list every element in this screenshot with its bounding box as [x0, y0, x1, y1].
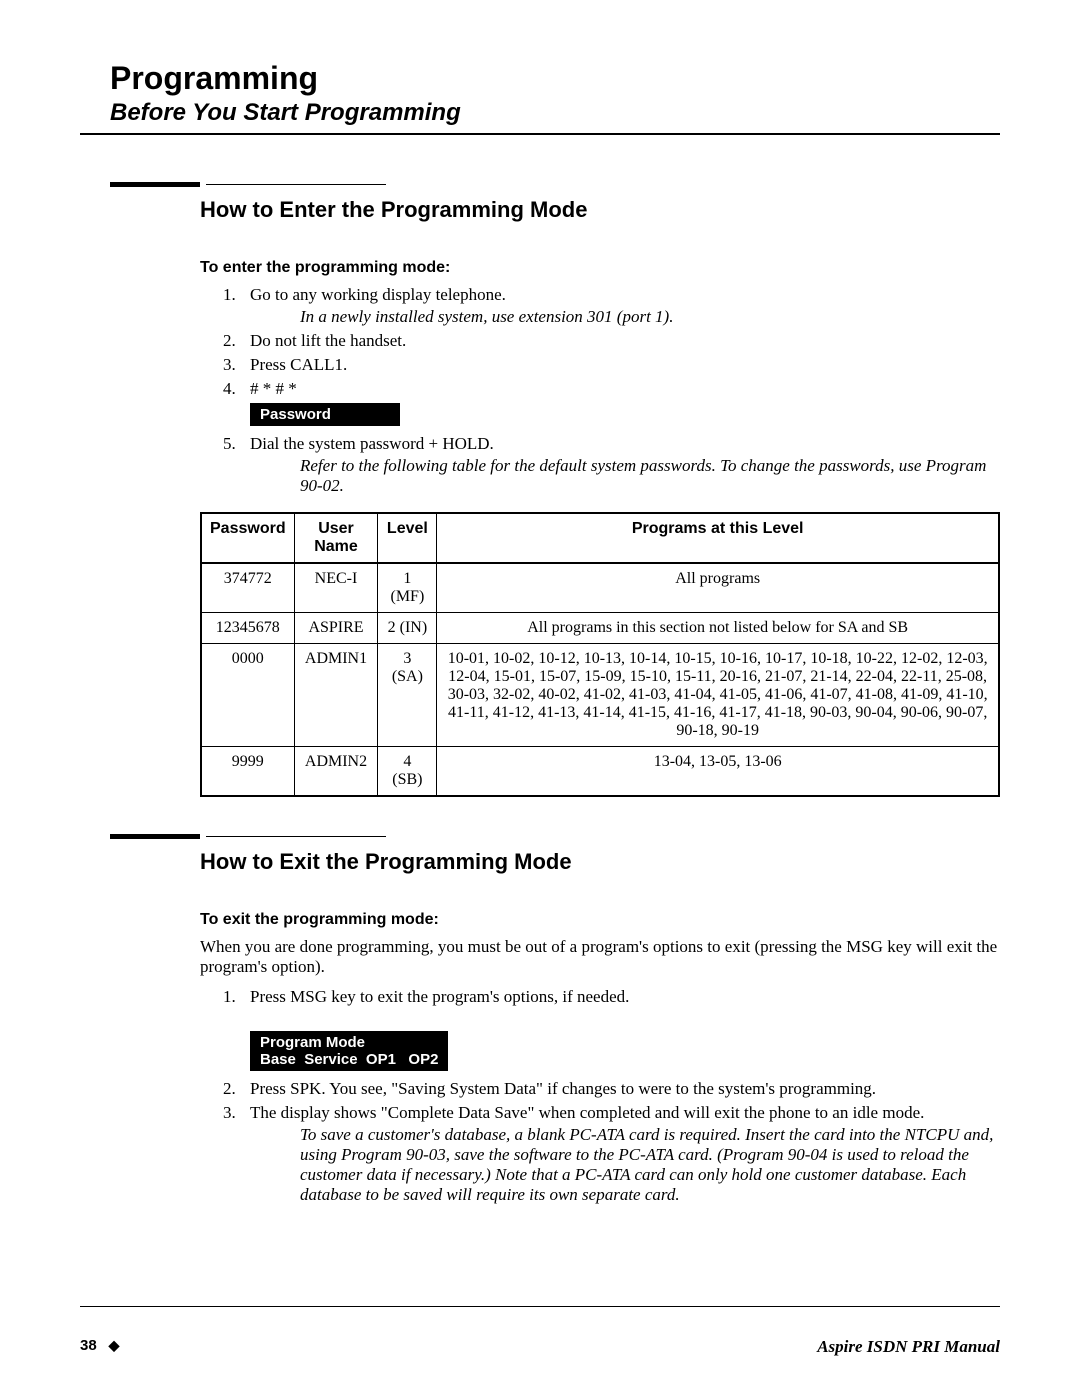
cell-password: 9999	[201, 747, 294, 797]
heading-bar-thick	[110, 182, 200, 187]
cell-level: 1 (MF)	[378, 563, 437, 613]
exit-step-3-text: The display shows "Complete Data Save" w…	[250, 1103, 924, 1122]
display-line-1: Program Mode	[260, 1034, 365, 1051]
exit-subheading: To exit the programming mode:	[200, 911, 1000, 929]
enter-step-1: Go to any working display telephone. In …	[240, 285, 1000, 327]
section-title-exit: How to Exit the Programming Mode	[200, 849, 1000, 875]
th-programs: Programs at this Level	[437, 513, 999, 563]
table-row: 12345678 ASPIRE 2 (IN) All programs in t…	[201, 613, 999, 644]
page-title: Programming	[110, 60, 1000, 97]
enter-step-5: Dial the system password + HOLD. Refer t…	[240, 434, 1000, 496]
cell-programs: 13-04, 13-05, 13-06	[437, 747, 999, 797]
exit-steps: Press MSG key to exit the program's opti…	[240, 987, 1000, 1205]
cell-level: 2 (IN)	[378, 613, 437, 644]
section-title-enter: How to Enter the Programming Mode	[200, 197, 1000, 223]
cell-user: ADMIN2	[294, 747, 378, 797]
enter-step-4: # * # * Password	[240, 379, 1000, 430]
exit-step-3: The display shows "Complete Data Save" w…	[240, 1103, 1000, 1205]
enter-step-5-note: Refer to the following table for the def…	[300, 456, 1000, 496]
enter-step-1-note: In a newly installed system, use extensi…	[300, 307, 1000, 327]
page-subtitle: Before You Start Programming	[110, 99, 1000, 127]
enter-step-2: Do not lift the handset.	[240, 331, 1000, 351]
exit-intro: When you are done programming, you must …	[200, 937, 1000, 977]
enter-subheading: To enter the programming mode:	[200, 259, 1000, 277]
table-row: 9999 ADMIN2 4 (SB) 13-04, 13-05, 13-06	[201, 747, 999, 797]
section-heading-exit: How to Exit the Programming Mode	[110, 827, 1000, 875]
password-table: Password User Name Level Programs at thi…	[200, 512, 1000, 797]
th-password: Password	[201, 513, 294, 563]
enter-step-3: Press CALL1.	[240, 355, 1000, 375]
exit-step-1: Press MSG key to exit the program's opti…	[240, 987, 1000, 1075]
footer-page-number: 38 ◆	[80, 1337, 119, 1357]
password-display-box: Password	[250, 403, 400, 426]
enter-step-5-text: Dial the system password + HOLD.	[250, 434, 494, 453]
section-exit-content: To exit the programming mode: When you a…	[200, 891, 1000, 1209]
exit-step-1-text: Press MSG key to exit the program's opti…	[250, 987, 629, 1006]
page-number: 38	[80, 1337, 97, 1354]
page-footer: 38 ◆ Aspire ISDN PRI Manual	[80, 1306, 1000, 1357]
cell-password: 374772	[201, 563, 294, 613]
th-username: User Name	[294, 513, 378, 563]
footer-manual-name: Aspire ISDN PRI Manual	[817, 1337, 1000, 1357]
diamond-icon: ◆	[101, 1337, 120, 1353]
cell-password: 0000	[201, 644, 294, 747]
exit-step-3-note: To save a customer's database, a blank P…	[300, 1125, 1000, 1205]
table-row: 374772 NEC-I 1 (MF) All programs	[201, 563, 999, 613]
cell-user: ADMIN1	[294, 644, 378, 747]
table-row: 0000 ADMIN1 3 (SA) 10-01, 10-02, 10-12, …	[201, 644, 999, 747]
cell-user: NEC-I	[294, 563, 378, 613]
page: Programming Before You Start Programming…	[0, 0, 1080, 1397]
display-line-2: Base Service OP1 OP2	[260, 1051, 438, 1068]
cell-level: 3 (SA)	[378, 644, 437, 747]
header-rule	[80, 133, 1000, 135]
cell-level: 4 (SB)	[378, 747, 437, 797]
exit-step-2: Press SPK. You see, "Saving System Data"…	[240, 1079, 1000, 1099]
section-heading-enter: How to Enter the Programming Mode	[110, 175, 1000, 223]
enter-step-4-text: # * # *	[250, 379, 297, 398]
enter-steps: Go to any working display telephone. In …	[240, 285, 1000, 496]
cell-programs: All programs	[437, 563, 999, 613]
cell-programs: All programs in this section not listed …	[437, 613, 999, 644]
cell-programs: 10-01, 10-02, 10-12, 10-13, 10-14, 10-15…	[437, 644, 999, 747]
program-mode-display-box: Program Mode Base Service OP1 OP2	[250, 1031, 448, 1071]
heading-bar-thin	[206, 184, 386, 185]
table-header-row: Password User Name Level Programs at thi…	[201, 513, 999, 563]
heading-bar-thin	[206, 836, 386, 837]
page-header: Programming Before You Start Programming	[80, 60, 1000, 175]
section-enter-content: To enter the programming mode: Go to any…	[200, 239, 1000, 827]
heading-bar-thick	[110, 834, 200, 839]
cell-password: 12345678	[201, 613, 294, 644]
enter-step-1-text: Go to any working display telephone.	[250, 285, 506, 304]
cell-user: ASPIRE	[294, 613, 378, 644]
th-level: Level	[378, 513, 437, 563]
